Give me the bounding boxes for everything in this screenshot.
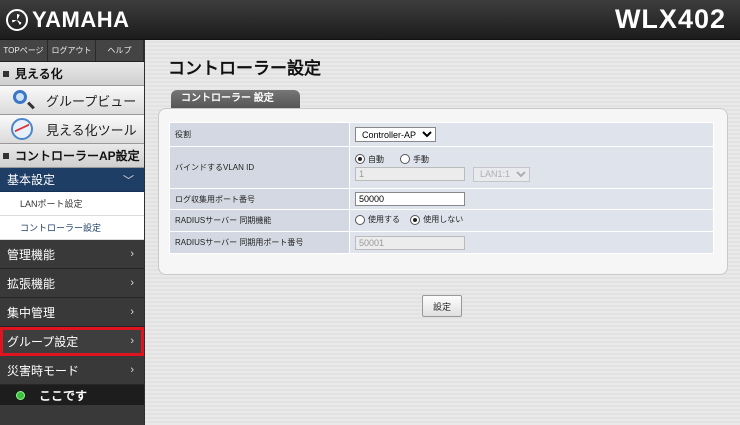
role-select[interactable]: Controller-AP (355, 127, 436, 142)
radio-unchecked-icon (355, 214, 365, 225)
bullet-square-icon (3, 70, 9, 77)
chevron-right-icon: › (130, 335, 134, 347)
sidebar-item-management-label: 管理機能 (7, 247, 56, 262)
radius-port-label: RADIUSサーバー 同期用ポート番号 (169, 231, 350, 254)
section-controller-label: コントローラーAP設定 (15, 149, 140, 163)
sidebar-item-central[interactable]: 集中管理 › (0, 298, 144, 327)
tab-controller-settings: コントローラー 設定 (171, 90, 300, 108)
table-row: ログ収集用ポート番号 (169, 188, 714, 210)
section-visualize: 見える化 (0, 62, 144, 86)
magnifier-icon (8, 89, 36, 111)
table-row: RADIUSサーバー 同期機能 使用する 使用しない (169, 209, 714, 232)
radius-nouse-label: 使用しない (423, 215, 464, 225)
here-indicator[interactable]: ここです (0, 385, 144, 405)
yamaha-logo[interactable]: YAMAHA (6, 7, 130, 33)
section-visualize-label: 見える化 (15, 67, 63, 81)
chevron-right-icon: › (130, 306, 134, 318)
page-title: コントローラー設定 (168, 59, 321, 78)
main-content: コントローラー設定 コントローラー 設定 役割 Controller-AP バイ… (145, 40, 740, 425)
chart-globe-icon (8, 118, 36, 140)
model-name: WLX402 (614, 4, 726, 34)
section-controller: コントローラーAP設定 (0, 144, 144, 168)
log-port-label: ログ収集用ポート番号 (169, 188, 350, 210)
radius-cell: 使用する 使用しない (349, 209, 714, 232)
role-cell: Controller-AP (349, 122, 714, 147)
bullet-square-icon (3, 152, 9, 159)
logout-link[interactable]: ログアウト (48, 40, 96, 61)
app-header: YAMAHA WLX402 (0, 0, 740, 40)
vlan-manual-label: 手動 (413, 154, 429, 164)
radio-checked-icon (410, 214, 421, 225)
sidebar-item-central-label: 集中管理 (7, 305, 56, 320)
sidebar-item-lan-port[interactable]: LANポート設定 (0, 192, 144, 216)
radius-use-radio[interactable]: 使用する (355, 214, 400, 225)
yamaha-tuning-fork-icon (6, 9, 28, 31)
role-label: 役割 (169, 122, 350, 147)
sidebar-item-basic[interactable]: 基本設定 ﹀ (0, 168, 144, 192)
vlan-cell: 自動 手動 LAN1:1 (349, 146, 714, 189)
sidebar-item-management[interactable]: 管理機能 › (0, 240, 144, 269)
group-view-button[interactable]: グループビュー (0, 86, 144, 115)
log-port-cell (349, 188, 714, 210)
sidebar-item-disaster-label: 災害時モード (7, 363, 80, 378)
top-page-link[interactable]: TOPページ (0, 40, 48, 61)
radius-use-label: 使用する (368, 215, 400, 225)
here-label: ここです (39, 388, 88, 403)
vlan-id-input[interactable] (355, 167, 465, 181)
chevron-down-icon: ﹀ (123, 174, 134, 187)
table-row: RADIUSサーバー 同期用ポート番号 (169, 231, 714, 254)
sidebar-item-group-settings-label: グループ設定 (7, 334, 79, 349)
table-row: バインドするVLAN ID 自動 手動 1 LAN1:1 (169, 146, 714, 189)
vlan-label: バインドするVLAN ID (169, 146, 350, 189)
radius-port-input[interactable] (355, 235, 465, 250)
top-nav: TOPページ ログアウト ヘルプ (0, 40, 144, 62)
sidebar-item-group-settings[interactable]: グループ設定 › (0, 327, 144, 356)
chevron-right-icon: › (130, 364, 134, 376)
help-link[interactable]: ヘルプ (96, 40, 144, 61)
visualize-tool-label: 見える化ツール (46, 122, 137, 138)
vlan-auto-label: 自動 (368, 154, 384, 164)
vlan-port-select[interactable]: LAN1:1 (473, 166, 530, 182)
sidebar-item-disaster[interactable]: 災害時モード › (0, 356, 144, 385)
chevron-right-icon: › (130, 248, 134, 260)
radio-unchecked-icon (400, 154, 410, 164)
sidebar-item-extensions[interactable]: 拡張機能 › (0, 269, 144, 298)
radius-label: RADIUSサーバー 同期機能 (169, 209, 350, 232)
vlan-manual-radio[interactable]: 手動 (400, 154, 429, 165)
settings-table: 役割 Controller-AP バインドするVLAN ID 自動 手動 1 L… (169, 122, 714, 254)
sidebar-item-controller-settings[interactable]: コントローラー設定 (0, 216, 144, 240)
status-dot-icon (16, 390, 25, 400)
log-port-input[interactable] (355, 192, 465, 206)
radio-checked-icon (355, 154, 365, 164)
group-view-label: グループビュー (46, 93, 137, 109)
radius-port-cell (349, 231, 714, 254)
sidebar-item-basic-label: 基本設定 (7, 173, 56, 187)
table-row: 役割 Controller-AP (169, 122, 714, 147)
chevron-right-icon: › (130, 277, 134, 289)
visualize-tool-button[interactable]: 見える化ツール (0, 115, 144, 144)
submit-button[interactable]: 設定 (422, 295, 462, 317)
settings-panel: 役割 Controller-AP バインドするVLAN ID 自動 手動 1 L… (158, 108, 728, 275)
brand-name: YAMAHA (32, 7, 130, 32)
sidebar: TOPページ ログアウト ヘルプ 見える化 グループビュー 見える化ツール コン… (0, 40, 144, 425)
radius-nouse-radio[interactable]: 使用しない (410, 214, 463, 225)
sidebar-item-extensions-label: 拡張機能 (7, 276, 56, 291)
vlan-auto-radio[interactable]: 自動 (355, 154, 384, 165)
